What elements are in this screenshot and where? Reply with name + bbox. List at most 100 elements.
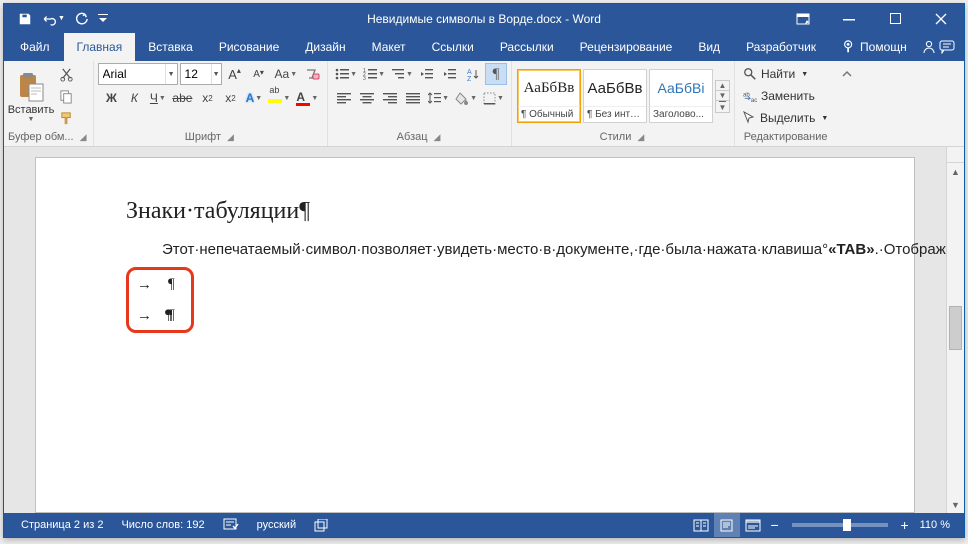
share-button[interactable] [920,33,939,61]
scroll-up-button[interactable]: ▲ [947,163,964,180]
align-left-button[interactable] [333,87,355,109]
zoom-thumb[interactable] [843,519,851,531]
decrease-indent-button[interactable] [416,63,438,85]
find-button[interactable]: Найти▼ [739,63,832,85]
tab-draw[interactable]: Рисование [206,33,292,61]
tab-home[interactable]: Главная [64,33,136,61]
tell-me-label: Помощн [860,40,907,54]
minimize-button[interactable] [826,4,872,33]
zoom-in-button[interactable]: + [896,517,914,533]
tab-insert[interactable]: Вставка [135,33,206,61]
zoom-out-button[interactable]: − [766,517,784,533]
font-size-input[interactable] [181,64,211,84]
sort-button[interactable]: AZ [462,63,484,85]
clear-formatting-button[interactable] [301,63,323,85]
ribbon-display-options-button[interactable] [780,4,826,33]
bold-button[interactable]: Ж [100,87,122,109]
language-status[interactable]: русский [248,513,305,537]
italic-button[interactable]: К [123,87,145,109]
highlight-box: →¶ →¶¶ [126,267,194,333]
tab-review[interactable]: Рецензирование [567,33,686,61]
paragraph-launcher[interactable]: ◢ [432,130,443,145]
print-layout-button[interactable] [714,513,740,537]
numbering-button[interactable]: 123▼ [360,63,387,85]
style-heading1[interactable]: АаБбВі Заголово... [649,69,713,123]
tab-developer[interactable]: Разработчик [733,33,829,61]
select-button[interactable]: Выделить▼ [739,107,832,129]
page-number-status[interactable]: Страница 2 из 2 [12,513,112,537]
underline-button[interactable]: Ч▼ [146,87,168,109]
font-color-button[interactable]: A▼ [293,87,320,109]
bullets-button[interactable]: ▼ [332,63,359,85]
scroll-thumb[interactable] [949,306,962,350]
styles-scroll-up[interactable]: ▲ [716,81,729,90]
style-normal[interactable]: АаБбВв ¶ Обычный [517,69,581,123]
vertical-scrollbar[interactable]: ▲ ▼ [946,163,964,513]
tab-references[interactable]: Ссылки [419,33,487,61]
scroll-down-button[interactable]: ▼ [947,496,964,513]
styles-launcher[interactable]: ◢ [635,130,646,145]
font-size-dropdown[interactable]: ▼ [211,64,221,84]
font-name-input[interactable] [99,64,165,84]
shading-button[interactable]: ▼ [452,87,479,109]
group-paragraph: ▼ 123▼ ▼ AZ ¶ ▼ ▼ ▼ Абза [328,61,512,146]
web-layout-button[interactable] [740,513,766,537]
scroll-track[interactable] [947,180,964,496]
increase-indent-button[interactable] [439,63,461,85]
align-center-button[interactable] [356,87,378,109]
line-spacing-button[interactable]: ▼ [425,87,451,109]
shrink-font-button[interactable]: A▾ [248,63,270,85]
replace-button[interactable]: abac Заменить [739,85,832,107]
ruler-toggle[interactable] [946,147,964,163]
cut-button[interactable] [54,63,78,85]
svg-text:ac: ac [751,96,757,102]
tab-mailings[interactable]: Рассылки [487,33,567,61]
comments-button[interactable] [939,33,958,61]
highlight-button[interactable]: ab▼ [265,87,292,109]
paste-button[interactable]: Вставить ▼ [8,63,54,129]
change-case-button[interactable]: Aa▼ [272,63,300,85]
text-effects-button[interactable]: A▼ [242,87,264,109]
collapse-ribbon-button[interactable] [838,65,856,83]
save-button[interactable] [12,6,38,32]
doc-heading: Знаки·табуляции¶ [126,198,824,225]
format-painter-button[interactable] [54,107,78,129]
zoom-level[interactable]: 110 % [914,513,956,537]
align-right-button[interactable] [379,87,401,109]
grow-font-button[interactable]: A▴ [224,63,246,85]
styles-scroll-down[interactable]: ▼ [716,90,729,100]
copy-button[interactable] [54,85,78,107]
document-page[interactable]: Знаки·табуляции¶ Этот·непечатаемый·симво… [35,157,915,513]
strikethrough-button[interactable]: abe [169,87,195,109]
superscript-button[interactable]: x2 [219,87,241,109]
tab-design[interactable]: Дизайн [292,33,358,61]
word-count-status[interactable]: Число слов: 192 [112,513,213,537]
justify-button[interactable] [402,87,424,109]
clipboard-launcher[interactable]: ◢ [78,130,89,145]
undo-button[interactable]: ▼ [40,6,66,32]
ribbon: Вставить ▼ Буфер обм...◢ [4,61,964,147]
multilevel-list-button[interactable]: ▼ [388,63,415,85]
close-button[interactable] [918,4,964,33]
maximize-button[interactable] [872,4,918,33]
tab-layout[interactable]: Макет [359,33,419,61]
borders-button[interactable]: ▼ [480,87,506,109]
tab-file[interactable]: Файл [6,33,64,61]
font-size-combo[interactable]: ▼ [180,63,222,85]
font-launcher[interactable]: ◢ [225,130,236,145]
qat-customize-button[interactable] [96,6,110,32]
zoom-slider[interactable] [792,523,888,527]
tell-me-box[interactable]: Помощн [829,33,920,61]
tab-view[interactable]: Вид [685,33,733,61]
font-name-combo[interactable]: ▼ [98,63,178,85]
read-mode-button[interactable] [688,513,714,537]
redo-button[interactable] [68,6,94,32]
font-name-dropdown[interactable]: ▼ [165,64,177,84]
style-no-spacing[interactable]: АаБбВв ¶ Без инте... [583,69,647,123]
show-hide-button[interactable]: ¶ [485,63,507,85]
subscript-button[interactable]: x2 [196,87,218,109]
styles-more[interactable]: ▼ [716,100,729,112]
macro-status[interactable] [305,513,337,537]
style-preview: АаБбВі [650,70,712,106]
spellcheck-status[interactable] [214,513,248,537]
